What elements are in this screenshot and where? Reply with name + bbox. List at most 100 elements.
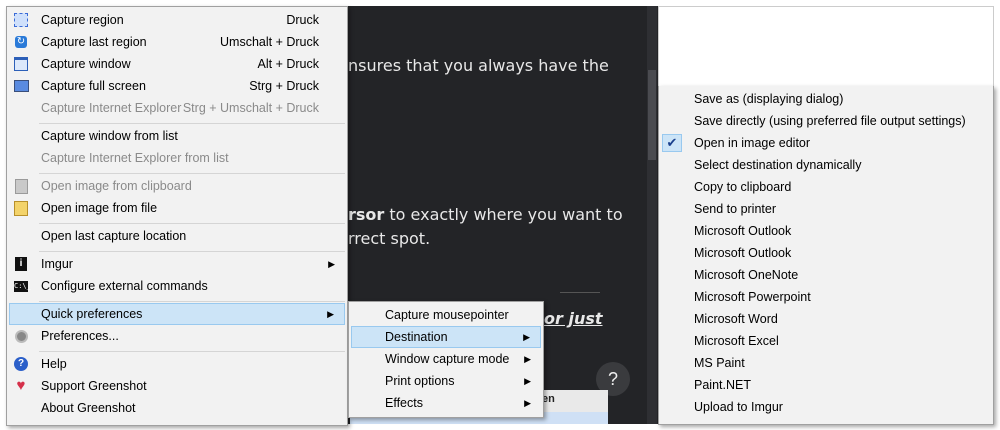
menu-separator: [39, 173, 345, 174]
last-region-icon: ↻: [15, 36, 27, 48]
menu-item-label: Capture full screen: [41, 79, 146, 93]
background-scrollbar[interactable]: [647, 6, 657, 424]
menu-separator: [39, 251, 345, 252]
destination-item-save-directly[interactable]: Save directly (using preferred file outp…: [661, 110, 991, 132]
menu-item-label: Microsoft Excel: [694, 334, 779, 348]
destination-item-microsoft-onenote[interactable]: Microsoft OneNote: [661, 264, 991, 286]
cmd-icon: C:\_: [14, 280, 31, 292]
destination-item-microsoft-powerpoint[interactable]: Microsoft Powerpoint: [661, 286, 991, 308]
destination-item-microsoft-word[interactable]: Microsoft Word: [661, 308, 991, 330]
menu-item-label: Microsoft OneNote: [694, 268, 799, 282]
background-scrollbar-thumb[interactable]: [648, 70, 656, 160]
menu-item-shortcut: Umschalt + Druck: [220, 35, 319, 49]
menu-item-label: Open last capture location: [41, 229, 187, 243]
checkmark-glyph: ✔: [666, 135, 678, 150]
gear-icon: [13, 328, 29, 344]
background-white-panel: [658, 6, 994, 88]
submenu-arrow-icon: ▶: [524, 397, 531, 408]
submenu-arrow-icon: ▶: [327, 308, 334, 319]
window-icon: [13, 56, 29, 72]
menu-item-label: Help: [41, 357, 67, 371]
menu-item-open-last-capture-location[interactable]: Open last capture location: [9, 225, 345, 247]
destination-item-microsoft-outlook-2[interactable]: Microsoft Outlook: [661, 242, 991, 264]
menu-item-print-options[interactable]: Print options ▶: [351, 370, 541, 392]
menu-item-label: Imgur: [41, 257, 73, 271]
menu-item-open-image-from-clipboard[interactable]: Open image from clipboard: [9, 175, 345, 197]
menu-item-destination[interactable]: Destination ▶: [351, 326, 541, 348]
menu-item-label: Capture region: [41, 13, 124, 27]
menu-item-label: Microsoft Outlook: [694, 224, 792, 238]
menu-item-label: Paint.NET: [694, 378, 751, 392]
destination-item-paint-net[interactable]: Paint.NET: [661, 374, 991, 396]
destination-item-copy-to-clipboard[interactable]: Copy to clipboard: [661, 176, 991, 198]
menu-item-label: Save directly (using preferred file outp…: [694, 114, 966, 128]
menu-item-label: Capture window: [41, 57, 131, 71]
menu-item-shortcut: Strg + Umschalt + Druck: [182, 101, 319, 115]
submenu-arrow-icon: ▶: [523, 331, 530, 342]
heart-icon: ♥: [16, 377, 26, 394]
menu-item-about-greenshot[interactable]: About Greenshot: [9, 397, 345, 419]
menu-item-shortcut: Alt + Druck: [257, 57, 319, 71]
destination-item-upload-to-imgur[interactable]: Upload to Imgur: [661, 396, 991, 418]
menu-item-support-greenshot[interactable]: ♥ Support Greenshot: [9, 375, 345, 397]
menu-item-capture-last-region[interactable]: ↻ Capture last region Umschalt + Druck: [9, 31, 345, 53]
background-link[interactable]: or just: [544, 309, 603, 328]
menu-item-effects[interactable]: Effects ▶: [351, 392, 541, 414]
menu-item-label: Upload to Imgur: [694, 400, 783, 414]
menu-item-window-capture-mode[interactable]: Window capture mode ▶: [351, 348, 541, 370]
greenshot-context-menu: Capture region Druck ↻ Capture last regi…: [6, 6, 348, 426]
menu-item-help[interactable]: ? Help: [9, 353, 345, 375]
imgur-icon: i: [13, 256, 29, 272]
menu-item-label: Support Greenshot: [41, 379, 147, 393]
menu-item-capture-ie-from-list[interactable]: Capture Internet Explorer from list: [9, 147, 345, 169]
menu-item-label: Preferences...: [41, 329, 119, 343]
destination-item-open-in-image-editor[interactable]: ✔ Open in image editor: [661, 132, 991, 154]
background-text-line-3: rrect spot.: [348, 229, 431, 248]
destination-item-save-as[interactable]: Save as (displaying dialog): [661, 88, 991, 110]
menu-item-imgur[interactable]: i Imgur ▶: [9, 253, 345, 275]
menu-item-label: Microsoft Word: [694, 312, 778, 326]
destination-submenu: Save as (displaying dialog) Save directl…: [658, 86, 994, 425]
menu-separator: [39, 123, 345, 124]
menu-item-label: Microsoft Outlook: [694, 246, 792, 260]
clipboard-icon: [13, 178, 29, 194]
menu-separator: [39, 351, 345, 352]
menu-item-label: Open in image editor: [694, 136, 811, 150]
menu-item-label: Open image from file: [41, 201, 158, 215]
menu-item-label: Capture window from list: [41, 129, 178, 143]
background-text-line-2: rsor to exactly where you want to: [348, 205, 623, 224]
background-text-line-1: nsures that you always have the: [348, 56, 609, 75]
destination-item-select-dynamically[interactable]: Select destination dynamically: [661, 154, 991, 176]
menu-item-label: MS Paint: [694, 356, 745, 370]
destination-item-send-to-printer[interactable]: Send to printer: [661, 198, 991, 220]
menu-item-capture-window-from-list[interactable]: Capture window from list: [9, 125, 345, 147]
fullscreen-icon: [13, 78, 29, 94]
destination-item-ms-paint[interactable]: MS Paint: [661, 352, 991, 374]
menu-item-shortcut: Druck: [286, 13, 319, 27]
menu-item-label: Save as (displaying dialog): [694, 92, 844, 106]
menu-separator: [39, 223, 345, 224]
menu-item-label: Capture Internet Explorer from list: [41, 151, 229, 165]
menu-item-capture-region[interactable]: Capture region Druck: [9, 9, 345, 31]
checkmark-icon: ✔: [662, 134, 682, 152]
destination-item-microsoft-outlook[interactable]: Microsoft Outlook: [661, 220, 991, 242]
menu-item-capture-mousepointer[interactable]: Capture mousepointer: [351, 304, 541, 326]
menu-item-capture-window[interactable]: Capture window Alt + Druck: [9, 53, 345, 75]
menu-separator: [39, 301, 345, 302]
menu-item-capture-internet-explorer[interactable]: Capture Internet Explorer Strg + Umschal…: [9, 97, 345, 119]
menu-item-label: Print options: [385, 374, 455, 388]
menu-item-preferences[interactable]: Preferences...: [9, 325, 345, 347]
menu-item-configure-external-commands[interactable]: C:\_ Configure external commands: [9, 275, 345, 297]
menu-item-label: Window capture mode: [385, 352, 510, 366]
menu-item-label: Copy to clipboard: [694, 180, 792, 194]
menu-item-label: About Greenshot: [41, 401, 136, 415]
file-icon: [13, 200, 29, 216]
destination-item-microsoft-excel[interactable]: Microsoft Excel: [661, 330, 991, 352]
menu-item-open-image-from-file[interactable]: Open image from file: [9, 197, 345, 219]
menu-item-capture-full-screen[interactable]: Capture full screen Strg + Druck: [9, 75, 345, 97]
background-bold-word: rsor: [348, 205, 385, 224]
submenu-arrow-icon: ▶: [524, 375, 531, 386]
submenu-arrow-icon: ▶: [328, 258, 335, 269]
background-text-line-2-rest: to exactly where you want to: [384, 205, 623, 224]
menu-item-quick-preferences[interactable]: Quick preferences ▶: [9, 303, 345, 325]
